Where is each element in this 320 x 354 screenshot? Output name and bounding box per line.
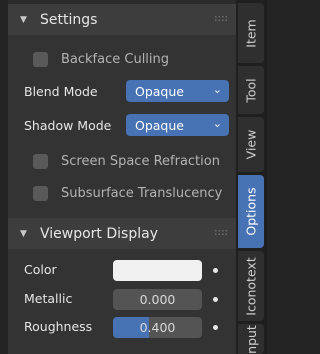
- roughness-keyframe-dot-icon[interactable]: [213, 325, 218, 330]
- chevron-down-icon: ⌄: [212, 83, 222, 96]
- tab-view-label: View: [243, 129, 259, 160]
- backface-culling-label: Backface Culling: [61, 51, 170, 67]
- backface-culling-checkbox[interactable]: [33, 51, 48, 67]
- metallic-label: Metallic: [24, 291, 73, 306]
- chevron-down-icon: ⌄: [212, 117, 222, 130]
- roughness-value: 0.400: [139, 320, 176, 335]
- shadow-mode-value: Opaque: [135, 117, 184, 133]
- tab-iconotext[interactable]: Iconotext: [238, 251, 264, 321]
- settings-panel-title: Settings: [40, 11, 98, 28]
- metallic-keyframe-dot-icon[interactable]: [213, 297, 218, 302]
- screen-space-refraction-label: Screen Space Refraction: [61, 153, 220, 169]
- color-swatch[interactable]: [113, 260, 202, 281]
- drag-grip-icon[interactable]: [214, 15, 228, 23]
- roughness-slider[interactable]: 0.400: [113, 317, 202, 338]
- sidebar-properties: ▼ Settings Backface Culling Blend Mode O…: [0, 0, 267, 354]
- blend-mode-row: Blend Mode Opaque ⌄: [8, 79, 236, 103]
- tab-item[interactable]: Item: [238, 3, 264, 63]
- subsurface-translucency-row[interactable]: Subsurface Translucency: [8, 181, 236, 205]
- tab-tool[interactable]: Tool: [238, 66, 264, 114]
- settings-panel-header[interactable]: ▼ Settings: [8, 4, 236, 35]
- drag-grip-icon[interactable]: [214, 229, 228, 237]
- blend-mode-value: Opaque: [135, 83, 184, 99]
- chevron-down-icon[interactable]: ▼: [20, 229, 34, 239]
- chevron-down-icon[interactable]: ▼: [20, 15, 34, 25]
- backface-culling-row[interactable]: Backface Culling: [8, 47, 236, 71]
- tab-input-label: nput: [243, 324, 259, 354]
- screen-space-refraction-checkbox[interactable]: [33, 153, 48, 169]
- shadow-mode-label: Shadow Mode: [24, 117, 112, 133]
- properties-panel-area: ▼ Settings Backface Culling Blend Mode O…: [8, 0, 236, 354]
- viewport-display-panel-body: Color Metallic 0.000 Roughness 0.400: [8, 249, 236, 354]
- tab-tool-label: Tool: [243, 77, 259, 103]
- tab-item-label: Item: [243, 18, 259, 48]
- sidebar-tab-strip: Item Tool View Options Iconotext nput: [236, 0, 267, 354]
- settings-panel-body: Backface Culling Blend Mode Opaque ⌄ Sha…: [8, 35, 236, 246]
- blend-mode-label: Blend Mode: [24, 83, 98, 99]
- viewport-display-panel-header[interactable]: ▼ Viewport Display: [8, 218, 236, 249]
- tab-iconotext-label: Iconotext: [243, 256, 259, 316]
- tab-options-label: Options: [243, 187, 259, 236]
- color-label: Color: [24, 262, 57, 277]
- roughness-label: Roughness: [24, 319, 93, 334]
- subsurface-translucency-label: Subsurface Translucency: [61, 185, 223, 201]
- shadow-mode-row: Shadow Mode Opaque ⌄: [8, 113, 236, 137]
- screen-space-refraction-row[interactable]: Screen Space Refraction: [8, 149, 236, 173]
- blend-mode-dropdown[interactable]: Opaque ⌄: [126, 80, 229, 102]
- tab-input[interactable]: nput: [238, 324, 264, 354]
- color-keyframe-dot-icon[interactable]: [213, 268, 218, 273]
- tab-options[interactable]: Options: [238, 175, 264, 248]
- metallic-value: 0.000: [139, 292, 176, 307]
- tab-view[interactable]: View: [238, 117, 264, 172]
- subsurface-translucency-checkbox[interactable]: [33, 185, 48, 201]
- shadow-mode-dropdown[interactable]: Opaque ⌄: [126, 114, 229, 136]
- viewport-display-panel-title: Viewport Display: [40, 225, 158, 242]
- metallic-slider[interactable]: 0.000: [113, 289, 202, 310]
